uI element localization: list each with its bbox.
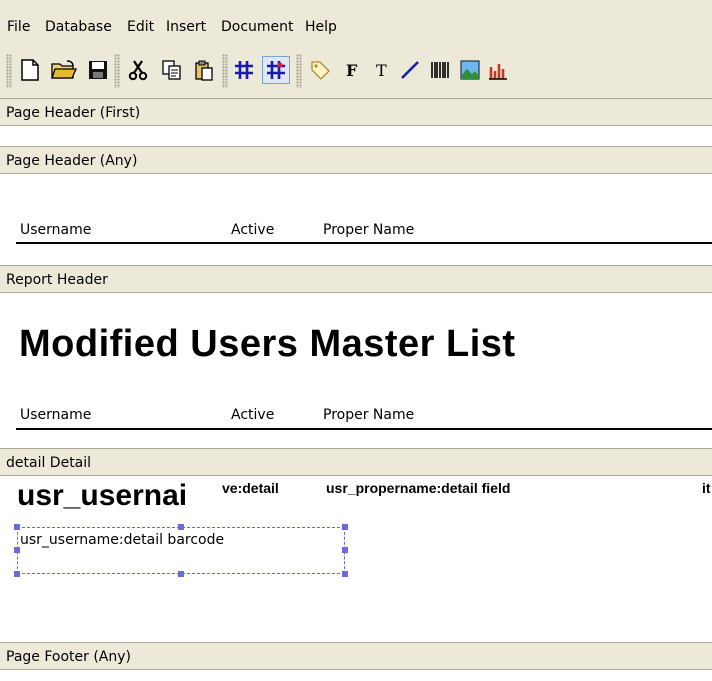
- resize-handle[interactable]: [14, 571, 20, 577]
- toolbar-grip[interactable]: [114, 54, 120, 88]
- paste-icon[interactable]: [190, 56, 218, 84]
- header-underline[interactable]: [16, 428, 712, 430]
- resize-handle[interactable]: [178, 524, 184, 530]
- text-t-icon[interactable]: T: [368, 56, 396, 84]
- resize-handle[interactable]: [342, 571, 348, 577]
- column-label-active[interactable]: Active: [231, 407, 274, 424]
- report-design-canvas[interactable]: Page Header (First) Page Header (Any) Us…: [0, 98, 712, 681]
- section-title: Report Header: [6, 272, 108, 288]
- toolbar: F T: [0, 44, 712, 98]
- section-bar-page-header-any[interactable]: Page Header (Any): [0, 146, 712, 174]
- section-title: Page Footer (Any): [6, 649, 131, 665]
- menu-database[interactable]: Database: [45, 19, 112, 36]
- resize-handle[interactable]: [178, 571, 184, 577]
- grid-icon[interactable]: [230, 56, 258, 84]
- image-icon[interactable]: [456, 56, 484, 84]
- toolbar-grip[interactable]: [222, 54, 228, 88]
- barcode-field-selected[interactable]: usr_username:detail barcode: [17, 527, 345, 574]
- menu-file[interactable]: File: [7, 19, 30, 36]
- toolbar-grip[interactable]: [296, 54, 302, 88]
- section-bar-page-header-first[interactable]: Page Header (First): [0, 98, 712, 126]
- section-bar-report-header[interactable]: Report Header: [0, 265, 712, 293]
- svg-text:F: F: [346, 61, 358, 80]
- section-title: Page Header (First): [6, 105, 141, 121]
- menu-document[interactable]: Document: [221, 19, 294, 36]
- detail-body[interactable]: usr_usernai ve:detail usr_propername:det…: [0, 476, 712, 642]
- resize-handle[interactable]: [14, 547, 20, 553]
- save-disk-icon[interactable]: [84, 56, 112, 84]
- report-header-body[interactable]: Modified Users Master List Username Acti…: [0, 293, 712, 448]
- header-underline[interactable]: [16, 242, 712, 244]
- snap-to-grid-icon[interactable]: [262, 56, 290, 84]
- column-label-proper-name[interactable]: Proper Name: [323, 222, 414, 239]
- column-label-proper-name[interactable]: Proper Name: [323, 407, 414, 424]
- chart-icon[interactable]: [484, 56, 512, 84]
- resize-handle[interactable]: [342, 524, 348, 530]
- page-header-first-body[interactable]: [0, 126, 712, 146]
- barcode-field-label: usr_username:detail barcode: [20, 532, 225, 548]
- column-label-active[interactable]: Active: [231, 222, 274, 239]
- page-header-any-body[interactable]: Username Active Proper Name: [0, 174, 712, 265]
- field-active[interactable]: ve:detail: [222, 480, 279, 496]
- line-draw-icon[interactable]: [396, 56, 424, 84]
- report-title[interactable]: Modified Users Master List: [19, 323, 516, 366]
- section-bar-page-footer-any[interactable]: Page Footer (Any): [0, 642, 712, 670]
- field-usr-propername[interactable]: usr_propername:detail field: [326, 480, 510, 496]
- copy-icon[interactable]: [158, 56, 186, 84]
- section-title: Page Header (Any): [6, 153, 138, 169]
- section-bar-detail[interactable]: detail Detail: [0, 448, 712, 476]
- resize-handle[interactable]: [14, 524, 20, 530]
- cut-scissors-icon[interactable]: [124, 56, 152, 84]
- new-document-icon[interactable]: [16, 56, 44, 84]
- barcode-icon[interactable]: [426, 56, 454, 84]
- label-tag-icon[interactable]: [306, 56, 334, 84]
- page-footer-any-body[interactable]: [0, 670, 712, 681]
- menu-edit[interactable]: Edit: [127, 19, 154, 36]
- menu-insert[interactable]: Insert: [166, 19, 206, 36]
- field-usr-username[interactable]: usr_usernai: [17, 481, 187, 511]
- field-bold-f-icon[interactable]: F: [338, 56, 366, 84]
- column-label-username[interactable]: Username: [20, 407, 91, 424]
- toolbar-grip[interactable]: [6, 54, 12, 88]
- section-title: detail Detail: [6, 455, 92, 471]
- svg-text:T: T: [376, 61, 387, 80]
- open-folder-icon[interactable]: [50, 56, 78, 84]
- field-extra[interactable]: it: [702, 480, 711, 496]
- menu-bar: File Database Edit Insert Document Help: [0, 0, 712, 44]
- menu-help[interactable]: Help: [305, 19, 337, 36]
- column-label-username[interactable]: Username: [20, 222, 91, 239]
- resize-handle[interactable]: [342, 547, 348, 553]
